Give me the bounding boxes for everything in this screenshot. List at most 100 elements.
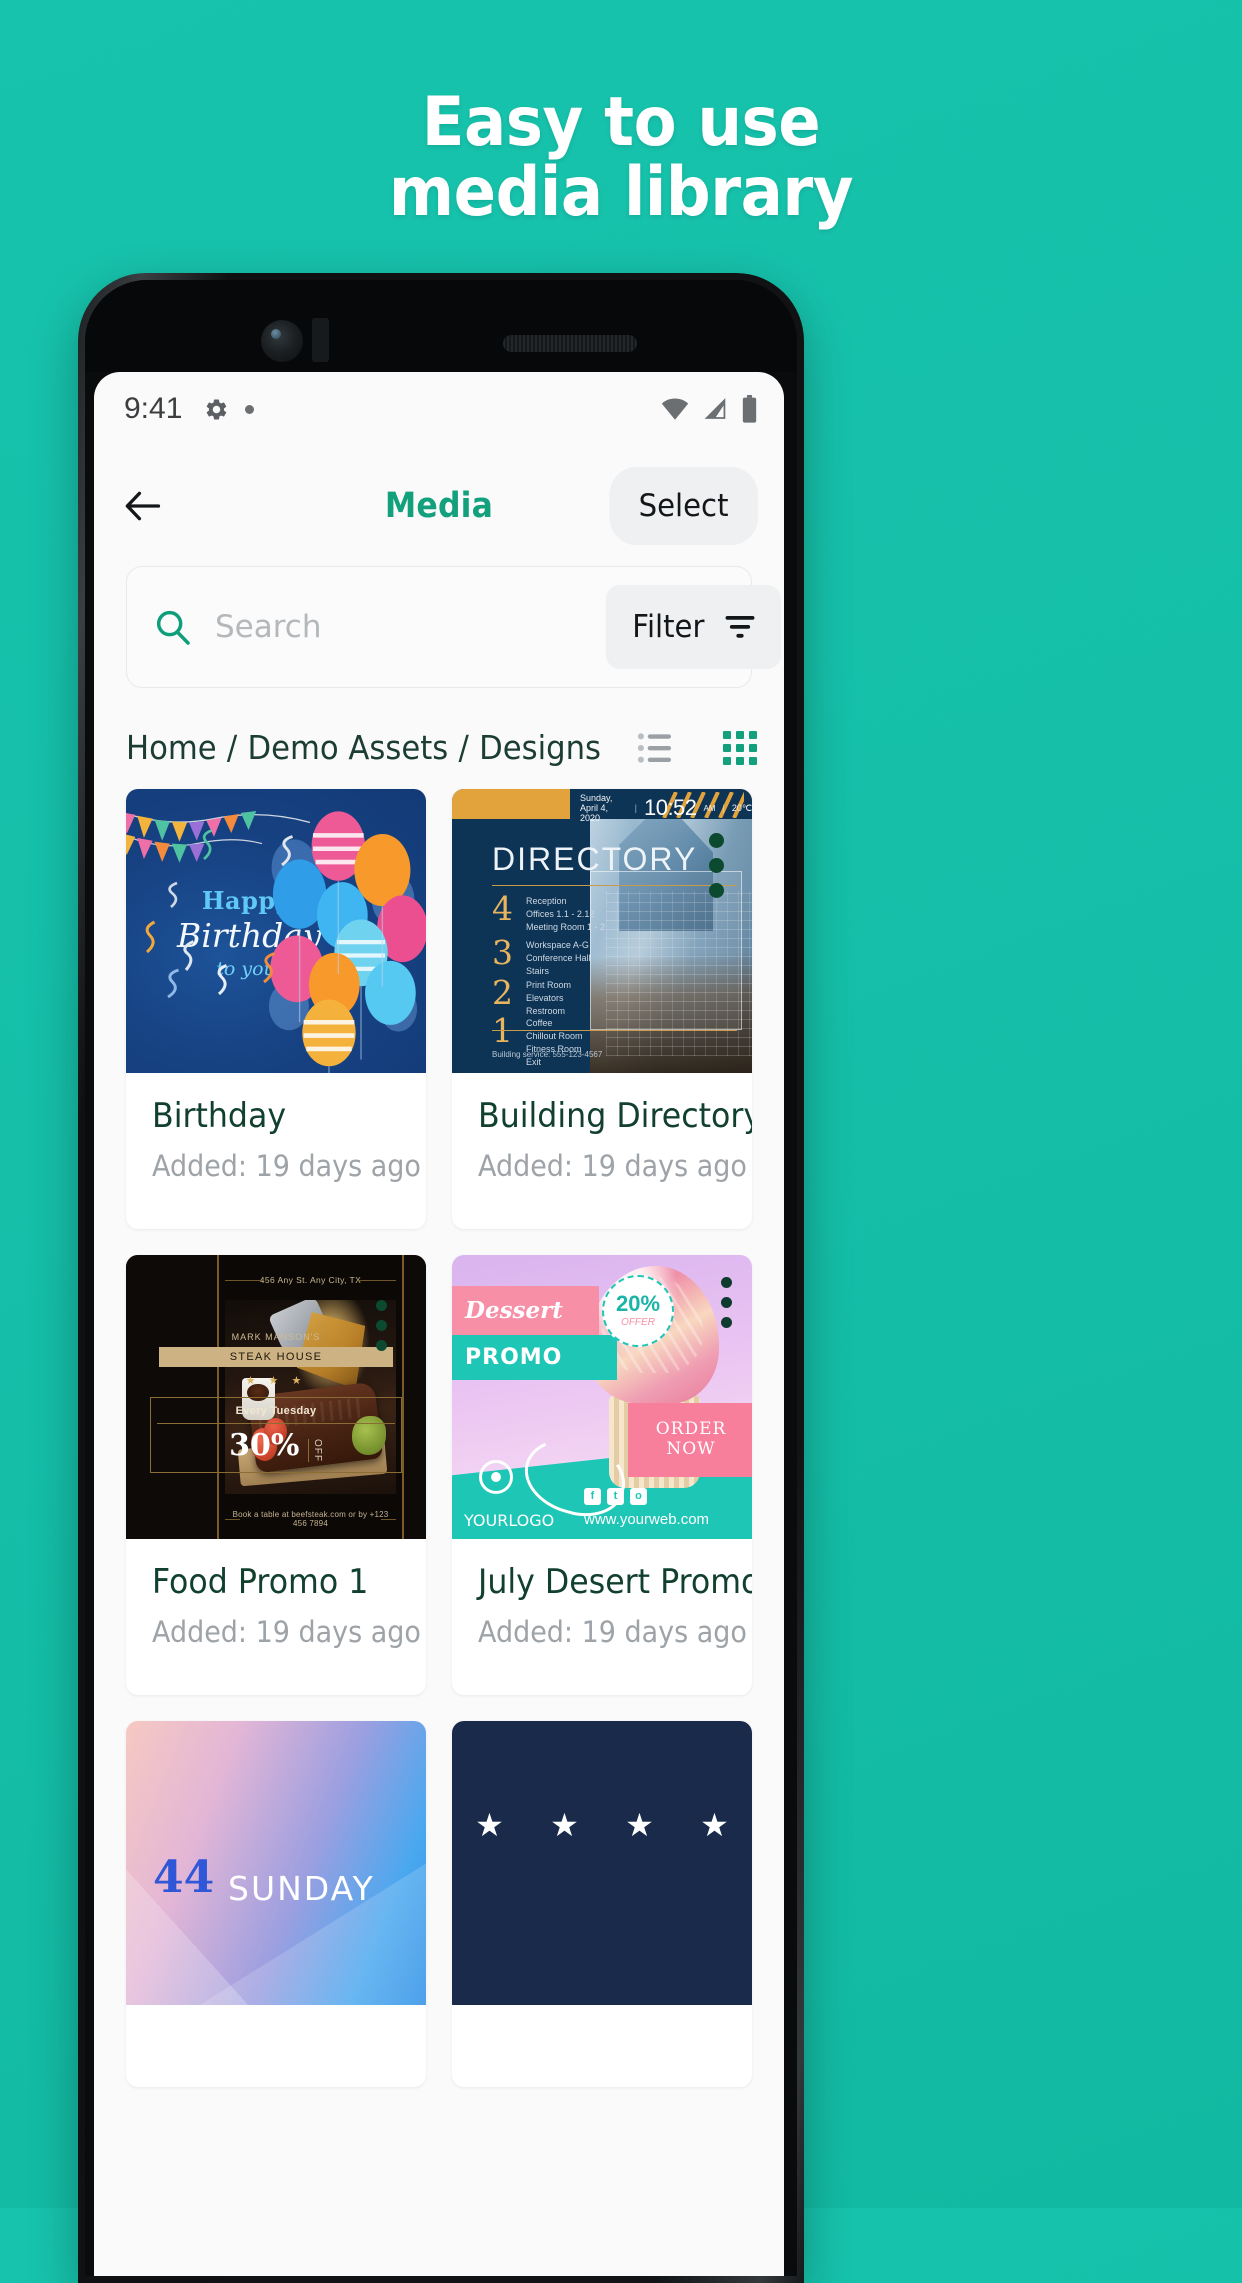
dessert-logo-text: YOURLOGO bbox=[464, 1511, 555, 1530]
grid-cell bbox=[735, 756, 744, 765]
breadcrumb-separator: / bbox=[458, 728, 469, 767]
directory-floor-rooms: Print Room Elevators Restroom bbox=[526, 980, 572, 1017]
card-more-options-button[interactable] bbox=[721, 1277, 732, 1328]
media-card-body: Food Promo 1 Added: 19 days ago bbox=[126, 1539, 426, 1695]
sunday-number: 44 bbox=[153, 1851, 215, 1903]
directory-floor-entry: 1 Coffee Chillout Room Fitness Room Exit bbox=[492, 1011, 583, 1069]
dessert-tag-secondary-label: PROMO bbox=[465, 1344, 563, 1370]
order-now-cta: ORDER NOW bbox=[628, 1402, 752, 1477]
media-card[interactable]: Happy Birthday to you Birthday Added: 19… bbox=[126, 789, 426, 1229]
directory-date: Sunday, April 4, 2020 bbox=[580, 793, 613, 823]
dot-icon bbox=[376, 1320, 387, 1332]
grid-cell bbox=[722, 730, 731, 739]
directory-floor-number: 3 bbox=[492, 933, 513, 972]
dot-icon bbox=[709, 883, 724, 898]
kebab-dot bbox=[721, 1297, 732, 1308]
media-thumbnail-dessert-promo: Dessert PROMO 20% OFFER ORDER NOW f t o … bbox=[452, 1255, 752, 1539]
breadcrumb-row: Home / Demo Assets / Designs bbox=[94, 688, 784, 767]
media-card-body bbox=[126, 2005, 426, 2087]
grid-view-icon[interactable] bbox=[722, 730, 757, 765]
grid-cell bbox=[748, 730, 757, 739]
discount-badge-value: 20% bbox=[615, 1291, 661, 1317]
app-bar: Media Select bbox=[94, 446, 784, 566]
media-thumbnail-sunday: 44 SUNDAY bbox=[126, 1721, 426, 2005]
dessert-tag-primary: Dessert bbox=[452, 1286, 599, 1335]
directory-floor-rooms: Coffee Chillout Room Fitness Room Exit bbox=[526, 1018, 583, 1068]
status-bar-notifications bbox=[204, 397, 255, 422]
food-offer-box: Every Tuesday 30% OFF bbox=[150, 1397, 402, 1473]
media-card[interactable]: Dessert PROMO 20% OFFER ORDER NOW f t o … bbox=[452, 1255, 752, 1695]
discount-badge-label: OFFER bbox=[621, 1317, 655, 1329]
star-icon: ★ bbox=[700, 1807, 729, 1844]
directory-floor-rooms: Reception Offices 1.1 - 2.12 Meeting Roo… bbox=[526, 896, 606, 933]
search-icon bbox=[156, 610, 190, 645]
search-section: Filter bbox=[94, 566, 784, 688]
filter-button-label: Filter bbox=[632, 609, 705, 645]
battery-icon bbox=[742, 395, 757, 423]
dot-icon bbox=[709, 858, 724, 873]
directory-floor-number: 2 bbox=[492, 973, 513, 1012]
directory-floor-rooms: Workspace A-G Conference Hall Stairs bbox=[526, 940, 591, 977]
media-card-body: Building Directory Added: 19 days ago bbox=[452, 1073, 752, 1229]
decorative-dots bbox=[709, 833, 724, 898]
media-thumbnail-birthday: Happy Birthday to you bbox=[126, 789, 426, 1073]
list-view-icon[interactable] bbox=[637, 732, 673, 764]
status-bar-time: 9:41 bbox=[124, 392, 183, 425]
breadcrumb: Home / Demo Assets / Designs bbox=[126, 728, 601, 767]
media-card-title: July Desert Promo bbox=[478, 1562, 752, 1602]
media-card[interactable]: Sunday, April 4, 2020 | 10:52 AM | 20℃ D… bbox=[452, 789, 752, 1229]
media-card-subtitle: Added: 19 days ago bbox=[152, 1149, 421, 1183]
breadcrumb-item-designs[interactable]: Designs bbox=[479, 728, 601, 767]
food-booking-text: Book a table at beefsteak.com or by +123… bbox=[225, 1510, 396, 1528]
phone-sensor-area bbox=[85, 280, 797, 372]
twitter-icon: t bbox=[607, 1488, 624, 1505]
confetti-icon bbox=[145, 829, 294, 999]
directory-meridiem: AM bbox=[703, 803, 716, 813]
food-star-rating: ★ ★ ★ bbox=[245, 1374, 307, 1387]
target-decoration-icon bbox=[479, 1459, 513, 1494]
front-camera-icon bbox=[261, 320, 303, 362]
filter-lines-icon bbox=[725, 616, 755, 638]
dessert-url-text: www.yourweb.com bbox=[584, 1511, 710, 1528]
breadcrumb-item-demo-assets[interactable]: Demo Assets bbox=[247, 728, 448, 767]
promo-headline: Easy to use media library bbox=[0, 87, 1242, 233]
earpiece-speaker bbox=[503, 335, 637, 352]
media-card[interactable]: 456 Any St. Any City, TX MARK MANSON'S S… bbox=[126, 1255, 426, 1695]
status-bar-system-icons bbox=[660, 395, 758, 423]
search-input[interactable] bbox=[215, 609, 606, 645]
select-button[interactable]: Select bbox=[609, 467, 758, 545]
directory-time: 10:52 bbox=[643, 795, 697, 820]
directory-heading: DIRECTORY bbox=[492, 841, 698, 877]
grid-cell bbox=[735, 743, 744, 752]
media-card-title: Birthday bbox=[152, 1096, 287, 1136]
food-address-text: 456 Any St. Any City, TX bbox=[225, 1275, 397, 1285]
instagram-icon: o bbox=[630, 1488, 647, 1505]
directory-divider bbox=[492, 1030, 737, 1031]
dot-icon bbox=[245, 404, 255, 414]
sunday-label: SUNDAY bbox=[228, 1868, 375, 1908]
promo-headline-line2: media library bbox=[388, 153, 854, 233]
order-now-line2: NOW bbox=[666, 1438, 716, 1459]
search-bar[interactable]: Filter bbox=[126, 566, 781, 688]
media-card[interactable]: ★ ★ ★ ★ bbox=[452, 1721, 752, 2087]
media-card[interactable]: 44 SUNDAY bbox=[126, 1721, 426, 2087]
social-icons-row: f t o bbox=[584, 1488, 647, 1505]
order-now-line1: ORDER bbox=[655, 1419, 727, 1440]
media-grid: Happy Birthday to you Birthday Added: 19… bbox=[94, 767, 784, 2087]
media-card-body: Birthday Added: 19 days ago bbox=[126, 1073, 426, 1229]
media-card-subtitle: Added: 19 days ago bbox=[478, 1615, 747, 1649]
kebab-dot bbox=[721, 1277, 732, 1288]
directory-floor-number: 1 bbox=[492, 1011, 513, 1050]
grid-cell bbox=[735, 730, 744, 739]
food-right-panel bbox=[402, 1255, 426, 1539]
phone-device-frame: 9:41 Media Select Search Filter Home / D… bbox=[78, 273, 804, 2283]
filter-button[interactable]: Filter bbox=[606, 585, 781, 669]
grid-cell bbox=[748, 743, 757, 752]
media-card-subtitle: Added: 19 days ago bbox=[478, 1149, 747, 1183]
discount-badge: 20% OFFER bbox=[602, 1274, 674, 1347]
breadcrumb-item-home[interactable]: Home bbox=[126, 728, 217, 767]
stars-row: ★ ★ ★ ★ bbox=[452, 1806, 752, 1844]
directory-divider bbox=[492, 885, 737, 886]
dot-icon bbox=[376, 1340, 387, 1352]
media-thumbnail-building-directory: Sunday, April 4, 2020 | 10:52 AM | 20℃ D… bbox=[452, 789, 752, 1073]
